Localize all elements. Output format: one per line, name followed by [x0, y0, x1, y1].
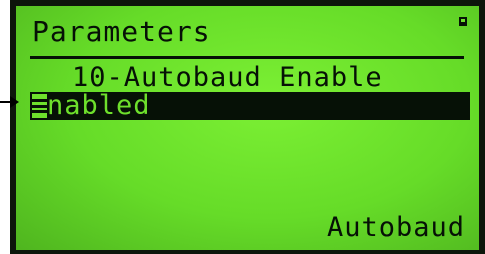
footer-label: Autobaud	[326, 212, 465, 243]
lcd-screen: Parameters 10-Autobaud Enable nabled Aut…	[16, 6, 479, 250]
selected-value-text: nabled	[47, 90, 151, 121]
square-indicator-icon	[459, 17, 467, 26]
parameter-name: 10-Autobaud Enable	[72, 62, 383, 93]
text-cursor	[32, 94, 47, 118]
selected-value-bar[interactable]: nabled	[30, 92, 470, 120]
title-divider	[30, 56, 464, 59]
page-title: Parameters	[32, 15, 211, 48]
device-photo: Parameters 10-Autobaud Enable nabled Aut…	[0, 0, 485, 254]
arrow-right-icon	[10, 96, 19, 108]
